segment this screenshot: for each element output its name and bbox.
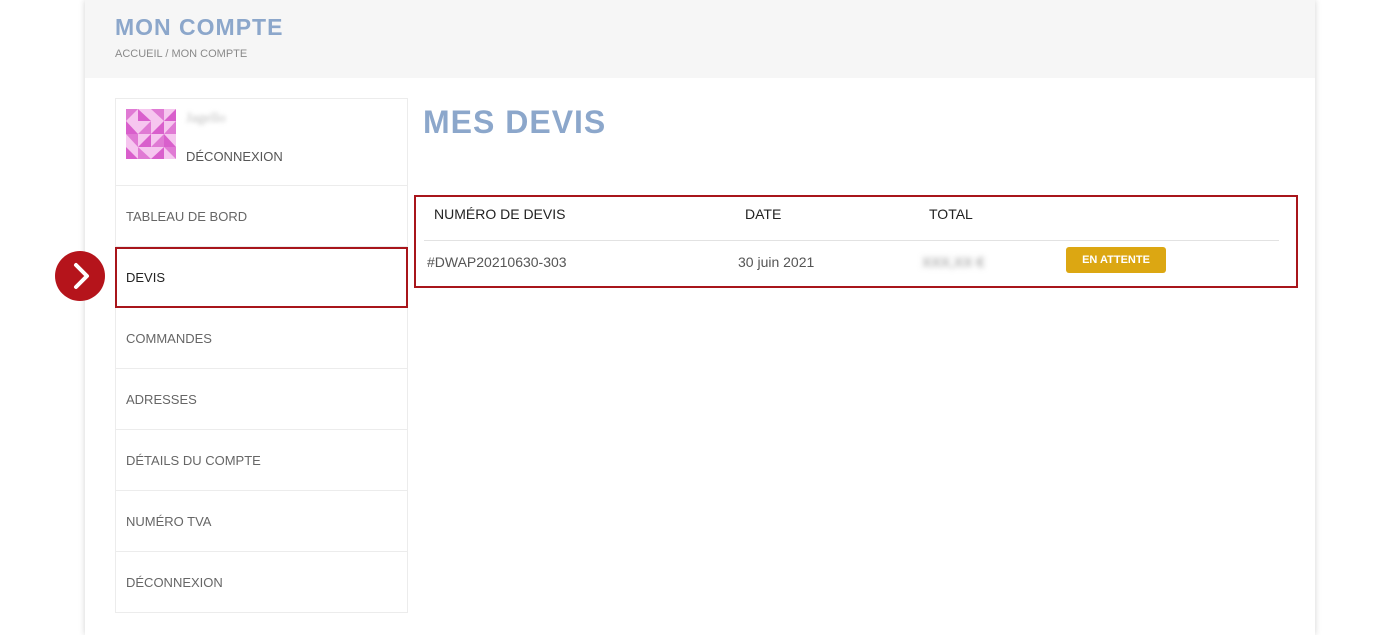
sidebar-item-addresses[interactable]: ADRESSES [115,369,408,430]
page-header: MON COMPTE ACCUEIL / MON COMPTE [85,0,1315,78]
username: Jagello [186,111,226,126]
column-header-total: TOTAL [929,206,973,222]
status-badge: EN ATTENTE [1066,247,1166,273]
quote-date: 30 juin 2021 [738,254,815,270]
avatar [126,109,176,159]
sidebar-item-quotes[interactable]: DEVIS [115,247,408,308]
user-box: Jagello DÉCONNEXION [115,98,408,186]
sidebar-item-vat-number[interactable]: NUMÉRO TVA [115,491,408,552]
avatar-pattern-icon [126,109,176,159]
table-divider [424,240,1279,241]
quote-total: XXX,XX € [922,254,985,270]
sidebar-item-dashboard[interactable]: TABLEAU DE BORD [115,186,408,247]
sidebar-item-orders[interactable]: COMMANDES [115,308,408,369]
user-logout-link[interactable]: DÉCONNEXION [186,149,283,164]
breadcrumb[interactable]: ACCUEIL / MON COMPTE [115,48,247,60]
account-page: MON COMPTE ACCUEIL / MON COMPTE Jagello … [85,0,1315,635]
quotes-title: MES DEVIS [423,104,607,140]
quote-number-link[interactable]: #DWAP20210630-303 [427,254,567,270]
chevron-right-icon-glyph [74,263,89,289]
quotes-table: NUMÉRO DE DEVIS DATE TOTAL #DWAP20210630… [414,195,1298,288]
page-title: MON COMPTE [115,14,284,40]
sidebar-item-account-details[interactable]: DÉTAILS DU COMPTE [115,430,408,491]
chevron-right-icon [55,251,105,301]
column-header-date: DATE [745,206,782,222]
sidebar-item-logout[interactable]: DÉCONNEXION [115,552,408,613]
column-header-quote-number: NUMÉRO DE DEVIS [434,206,566,222]
account-sidebar: Jagello DÉCONNEXION TABLEAU DE BORD DEVI… [115,98,408,613]
